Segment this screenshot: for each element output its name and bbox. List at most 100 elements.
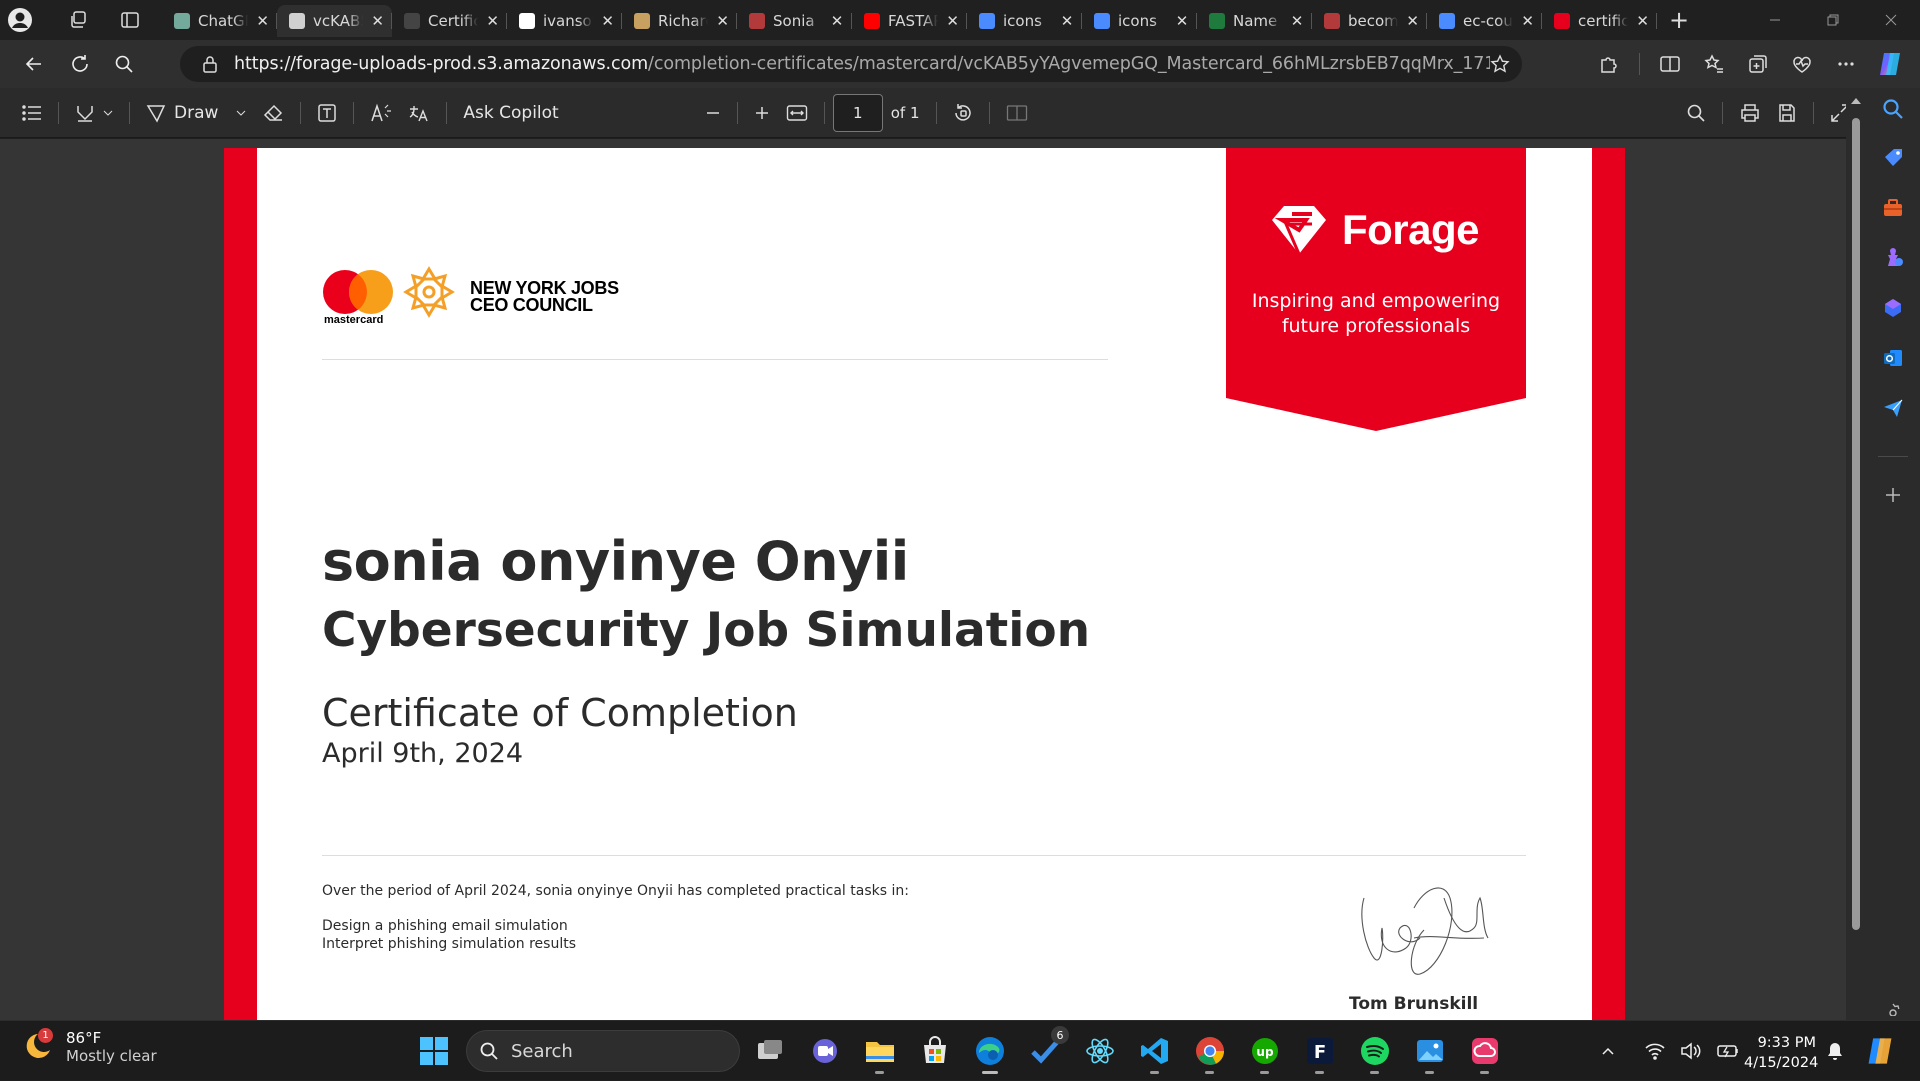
weather-widget[interactable]: 1 86°F Mostly clear (20, 1028, 157, 1065)
page-view-button[interactable] (998, 93, 1036, 133)
browser-tab[interactable]: ec-council ✕ (1427, 5, 1542, 37)
highlight-button[interactable] (67, 93, 121, 133)
favorite-star-icon[interactable] (1490, 54, 1510, 74)
battery-charging-icon[interactable] (1716, 1042, 1740, 1060)
scrollbar-thumb[interactable] (1852, 118, 1860, 930)
taskbar-app-store[interactable] (917, 1032, 953, 1070)
browser-tab[interactable]: Sonia ✕ (737, 5, 852, 37)
browser-tab[interactable]: ChatGPT ✕ (162, 5, 277, 37)
page-number-input[interactable]: 1 (832, 93, 883, 132)
system-clock[interactable]: 9:33 PM 4/15/2024 (1744, 1033, 1818, 1073)
taskbar-app-file-explorer[interactable] (862, 1032, 898, 1074)
tab-close-icon[interactable]: ✕ (256, 12, 269, 30)
taskbar-app-vscode[interactable] (1137, 1032, 1173, 1074)
tab-close-icon[interactable]: ✕ (1290, 12, 1304, 30)
rotate-button[interactable] (945, 93, 981, 133)
split-screen-button[interactable] (1648, 44, 1692, 84)
notifications-button[interactable] (1826, 1041, 1844, 1065)
sidebar-add-button[interactable] (1880, 482, 1906, 508)
close-window-button[interactable] (1862, 0, 1920, 40)
favorites-button[interactable] (1692, 44, 1736, 84)
wifi-icon[interactable] (1644, 1042, 1666, 1060)
translate-button[interactable] (400, 93, 438, 133)
taskbar-app-task-view[interactable] (752, 1032, 788, 1070)
sidebar-search-button[interactable] (1880, 96, 1906, 122)
taskbar-app-edge[interactable] (972, 1032, 1008, 1074)
taskbar-copilot-button[interactable] (1864, 1035, 1896, 1071)
search-button[interactable] (102, 44, 146, 84)
tab-close-icon[interactable]: ✕ (1521, 12, 1534, 30)
browser-tab[interactable]: certificate ✕ (1542, 5, 1657, 37)
taskbar-search-box[interactable]: Search (466, 1030, 740, 1072)
browser-tab[interactable]: Certificate ✕ (392, 5, 507, 37)
sidebar-drop-button[interactable] (1880, 395, 1906, 421)
tab-close-icon[interactable]: ✕ (946, 12, 959, 30)
taskbar-app-todo[interactable]: 6 (1027, 1026, 1069, 1070)
settings-more-button[interactable] (1824, 44, 1868, 84)
print-button[interactable] (1731, 93, 1769, 133)
zoom-in-button[interactable] (746, 93, 778, 133)
taskbar-app-upwork[interactable]: up (1247, 1032, 1283, 1074)
browser-essentials-button[interactable] (1780, 44, 1824, 84)
browser-tab[interactable]: FASTAPI ✕ (852, 5, 967, 37)
erase-button[interactable] (254, 93, 292, 133)
restore-button[interactable] (1804, 0, 1862, 40)
tab-close-icon[interactable]: ✕ (601, 12, 614, 30)
tab-close-icon[interactable]: ✕ (1406, 12, 1419, 30)
browser-tab[interactable]: Name ✕ (1197, 5, 1312, 37)
sidebar-games-button[interactable] (1880, 245, 1906, 271)
tab-close-icon[interactable]: ✕ (716, 12, 729, 30)
profile-button[interactable] (0, 0, 40, 40)
start-button[interactable] (418, 1035, 450, 1071)
collections-button[interactable] (1736, 44, 1780, 84)
find-button[interactable] (1678, 93, 1714, 133)
taskbar-app-spotify[interactable] (1357, 1032, 1393, 1074)
fit-width-icon (786, 104, 807, 121)
workspaces-button[interactable] (58, 0, 98, 40)
table-of-contents-button[interactable] (14, 93, 50, 133)
browser-tab[interactable]: icons ✕ (967, 5, 1082, 37)
viewer-scrollbar[interactable] (1846, 88, 1866, 1020)
new-tab-button[interactable]: + (1657, 6, 1701, 34)
vertical-tabs-button[interactable] (110, 0, 150, 40)
taskbar-app-teams[interactable] (807, 1032, 843, 1070)
browser-tab[interactable]: become ✕ (1312, 5, 1427, 37)
sidebar-outlook-button[interactable] (1880, 345, 1906, 371)
tab-close-icon[interactable]: ✕ (371, 12, 384, 30)
pdf-viewer[interactable]: Forage Inspiring and empowering future p… (0, 139, 1846, 1020)
extensions-button[interactable] (1587, 44, 1631, 84)
tab-close-icon[interactable]: ✕ (1060, 12, 1074, 30)
taskbar-app-f[interactable]: F (1302, 1032, 1338, 1074)
taskbar-app-chrome[interactable] (1192, 1032, 1228, 1074)
copilot-button[interactable] (1868, 44, 1912, 84)
browser-tab[interactable]: vcKAB5yYAgvemepGQ ✕ (277, 5, 392, 37)
tab-close-icon[interactable]: ✕ (830, 12, 844, 30)
taskbar-app-react[interactable] (1082, 1032, 1118, 1070)
sidebar-shopping-button[interactable] (1880, 145, 1906, 171)
refresh-button[interactable] (58, 44, 102, 84)
back-button[interactable] (12, 44, 56, 84)
add-text-button[interactable] (309, 93, 345, 133)
tab-close-icon[interactable]: ✕ (486, 12, 499, 30)
address-bar[interactable]: https://forage-uploads-prod.s3.amazonaws… (180, 46, 1522, 82)
read-aloud-button[interactable] (362, 93, 400, 133)
fit-page-button[interactable] (778, 93, 816, 133)
tab-close-icon[interactable]: ✕ (1636, 12, 1649, 30)
tab-close-icon[interactable]: ✕ (1175, 12, 1189, 30)
taskbar-app-creative-cloud[interactable] (1467, 1032, 1503, 1074)
save-button[interactable] (1769, 93, 1805, 133)
taskbar-app-photos[interactable] (1412, 1032, 1448, 1074)
browser-tab[interactable]: Richard ✕ (622, 5, 737, 37)
sidebar-tools-button[interactable] (1880, 195, 1906, 221)
sidebar-copilot-button[interactable] (1880, 295, 1906, 321)
draw-button[interactable]: Draw (138, 93, 254, 133)
browser-tab[interactable]: ivansoftware ✕ (507, 5, 622, 37)
volume-icon[interactable] (1680, 1042, 1702, 1060)
url-text[interactable]: https://forage-uploads-prod.s3.amazonaws… (234, 54, 1490, 74)
sidebar-settings-button[interactable] (1880, 996, 1906, 1022)
ask-copilot-button[interactable]: Ask Copilot (455, 93, 566, 133)
minimize-button[interactable] (1746, 0, 1804, 40)
browser-tab[interactable]: icons ✕ (1082, 5, 1197, 37)
chevron-up-icon[interactable] (1600, 1043, 1616, 1059)
zoom-out-button[interactable] (697, 93, 729, 133)
